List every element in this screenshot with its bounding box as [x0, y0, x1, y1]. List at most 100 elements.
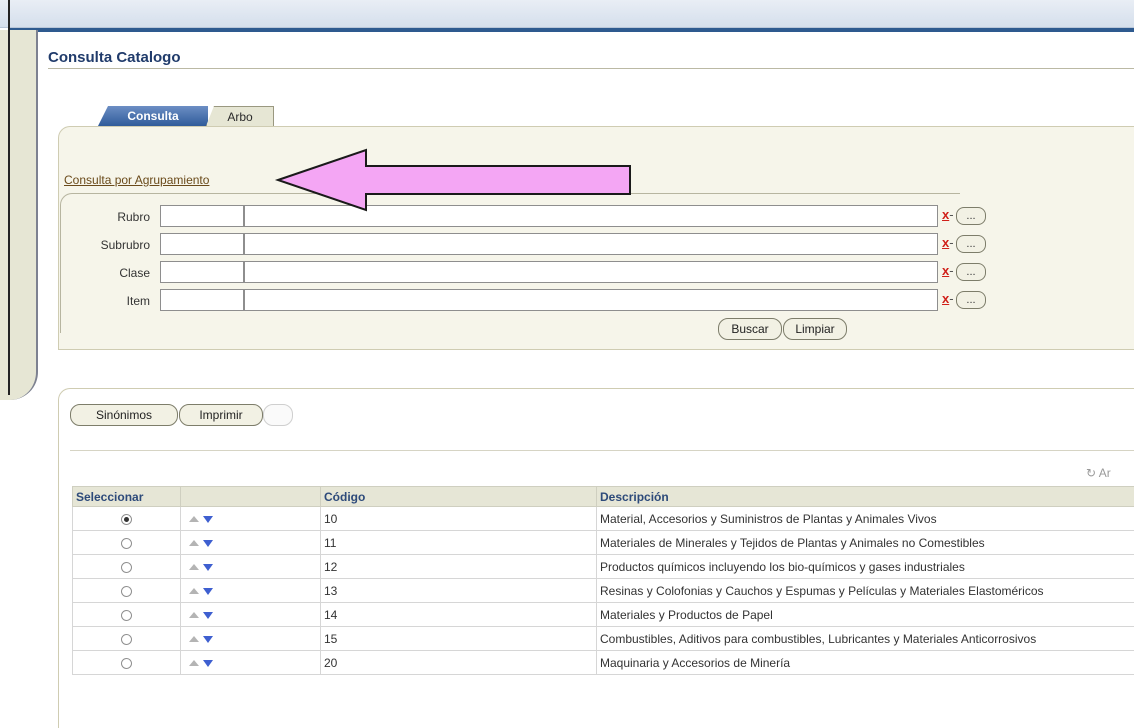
print-button[interactable]: Imprimir	[179, 404, 263, 426]
table-row[interactable]: 13 Resinas y Colofonias y Cauchos y Espum…	[72, 578, 1134, 603]
order-cell	[180, 650, 321, 675]
refresh-control[interactable]: ↻ Ar	[1086, 466, 1111, 480]
table-row[interactable]: 15 Combustibles, Aditivos para combustibl…	[72, 626, 1134, 651]
lov-button[interactable]: ...	[956, 291, 986, 309]
clear-icon[interactable]: x-	[942, 291, 954, 306]
table-row[interactable]: 11 Materiales de Minerales y Tejidos de P…	[72, 530, 1134, 555]
move-up-icon[interactable]	[189, 588, 199, 595]
select-cell	[72, 506, 181, 531]
move-up-icon[interactable]	[189, 612, 199, 619]
table-row[interactable]: 20 Maquinaria y Accesorios de Minería	[72, 650, 1134, 675]
title-divider	[48, 68, 1134, 69]
order-cell	[180, 506, 321, 531]
move-down-icon[interactable]	[203, 611, 213, 619]
item-code-input[interactable]	[160, 289, 244, 311]
left-gutter-panel	[0, 30, 38, 400]
refresh-icon: ↻	[1086, 466, 1097, 480]
tab-arbo[interactable]: Arbo	[206, 106, 274, 126]
move-down-icon[interactable]	[203, 563, 213, 571]
window-top-bar	[0, 0, 1134, 28]
code-cell: 14	[320, 602, 597, 627]
column-header-description[interactable]: Descripción	[596, 486, 1134, 507]
field-label: Rubro	[117, 210, 150, 224]
description-cell: Material, Accesorios y Suministros de Pl…	[596, 506, 1134, 531]
move-up-icon[interactable]	[189, 660, 199, 667]
move-down-icon[interactable]	[203, 539, 213, 547]
clase-code-input[interactable]	[160, 261, 244, 283]
item-description-input[interactable]	[244, 289, 938, 311]
description-cell: Resinas y Colofonias y Cauchos y Espumas…	[596, 578, 1134, 603]
select-cell	[72, 650, 181, 675]
move-down-icon[interactable]	[203, 587, 213, 595]
table-row[interactable]: 12 Productos químicos incluyendo los bio-…	[72, 554, 1134, 579]
order-cell	[180, 554, 321, 579]
move-down-icon[interactable]	[203, 635, 213, 643]
table-row[interactable]: 10 Material, Accesorios y Suministros de …	[72, 506, 1134, 531]
page-title: Consulta Catalogo	[48, 49, 181, 66]
results-body: 10 Material, Accesorios y Suministros de …	[72, 506, 1134, 675]
move-down-icon[interactable]	[203, 515, 213, 523]
column-header-code[interactable]: Código	[320, 486, 597, 507]
code-cell: 11	[320, 530, 597, 555]
description-cell: Materiales y Productos de Papel	[596, 602, 1134, 627]
select-cell	[72, 530, 181, 555]
row-radio[interactable]	[121, 513, 132, 525]
row-radio[interactable]	[121, 609, 132, 621]
description-cell: Productos químicos incluyendo los bio-qu…	[596, 554, 1134, 579]
clase-description-input[interactable]	[244, 261, 938, 283]
order-cell	[180, 626, 321, 651]
code-cell: 12	[320, 554, 597, 579]
tab-consulta[interactable]: Consulta	[98, 106, 208, 126]
row-radio[interactable]	[121, 633, 132, 645]
row-radio[interactable]	[121, 561, 132, 573]
refresh-label: Ar	[1098, 466, 1111, 480]
group-search-link[interactable]: Consulta por Agrupamiento	[64, 173, 209, 187]
move-up-icon[interactable]	[189, 540, 199, 547]
top-accent-line	[10, 28, 1134, 32]
clear-button[interactable]: Limpiar	[783, 318, 847, 340]
rubro-code-input[interactable]	[160, 205, 244, 227]
description-cell: Maquinaria y Accesorios de Minería	[596, 650, 1134, 675]
column-header-select[interactable]: Seleccionar	[72, 486, 181, 507]
select-cell	[72, 626, 181, 651]
results-divider	[70, 450, 1134, 451]
select-cell	[72, 602, 181, 627]
table-header-row: Seleccionar Código Descripción	[72, 486, 1134, 507]
row-radio[interactable]	[121, 585, 132, 597]
annotation-arrow	[274, 148, 631, 212]
select-cell	[72, 554, 181, 579]
move-down-icon[interactable]	[203, 659, 213, 667]
move-up-icon[interactable]	[189, 564, 199, 571]
move-up-icon[interactable]	[189, 516, 199, 523]
synonyms-button[interactable]: Sinónimos	[70, 404, 178, 426]
description-cell: Combustibles, Aditivos para combustibles…	[596, 626, 1134, 651]
order-cell	[180, 530, 321, 555]
window-frame-edge	[8, 0, 10, 395]
order-cell	[180, 578, 321, 603]
lov-button[interactable]: ...	[956, 235, 986, 253]
field-label: Subrubro	[100, 238, 150, 252]
column-header-order	[180, 486, 321, 507]
lov-button[interactable]: ...	[956, 207, 986, 225]
order-cell	[180, 602, 321, 627]
field-label: Item	[126, 294, 150, 308]
row-radio[interactable]	[121, 537, 132, 549]
clear-icon[interactable]: x-	[942, 207, 954, 222]
description-cell: Materiales de Minerales y Tejidos de Pla…	[596, 530, 1134, 555]
code-cell: 10	[320, 506, 597, 531]
subrubro-code-input[interactable]	[160, 233, 244, 255]
subrubro-description-input[interactable]	[244, 233, 938, 255]
code-cell: 13	[320, 578, 597, 603]
field-label: Clase	[119, 266, 150, 280]
row-radio[interactable]	[121, 657, 132, 669]
table-row[interactable]: 14 Materiales y Productos de Papel	[72, 602, 1134, 627]
clear-icon[interactable]: x-	[942, 263, 954, 278]
move-up-icon[interactable]	[189, 636, 199, 643]
code-cell: 20	[320, 650, 597, 675]
code-cell: 15	[320, 626, 597, 651]
clear-icon[interactable]: x-	[942, 235, 954, 250]
select-cell	[72, 578, 181, 603]
results-table: Seleccionar Código Descripción 10 Materia…	[72, 486, 1134, 675]
search-button[interactable]: Buscar	[718, 318, 782, 340]
lov-button[interactable]: ...	[956, 263, 986, 281]
